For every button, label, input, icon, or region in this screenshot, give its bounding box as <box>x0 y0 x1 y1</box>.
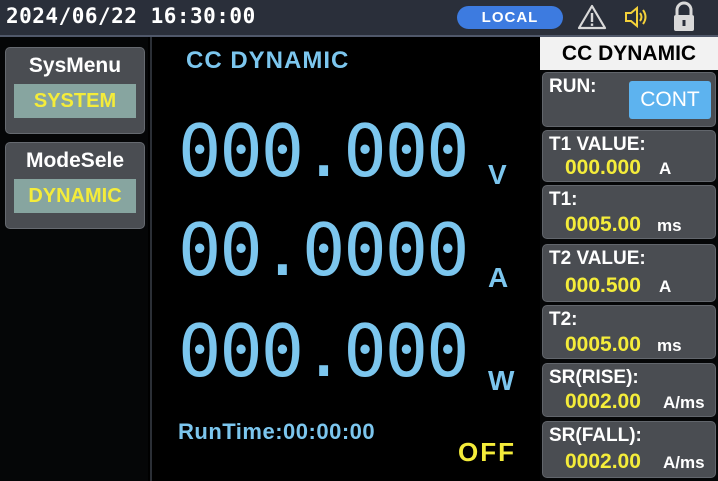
param-value: 0002.00 <box>565 390 641 413</box>
voltage-readout: 000.000 <box>178 109 469 193</box>
param-unit: A/ms <box>663 393 705 412</box>
sysmenu-button[interactable]: SysMenu SYSTEM <box>5 47 145 134</box>
lock-icon[interactable] <box>670 1 698 38</box>
param-label: SR(FALL): <box>549 425 642 446</box>
warning-icon[interactable] <box>577 3 607 36</box>
param-label: T2 VALUE: <box>549 248 646 269</box>
run-label: RUN: <box>549 76 597 97</box>
param-label: T2: <box>549 309 578 330</box>
local-mode-badge[interactable]: LOCAL <box>457 6 563 29</box>
parameter-panel: CC DYNAMIC RUN: CONT T1 VALUE: 000.000 A… <box>540 37 718 481</box>
power-unit: W <box>488 365 515 396</box>
current-unit: A <box>488 262 509 293</box>
param-sr-fall[interactable]: SR(FALL): 0002.00 A/ms <box>542 421 716 478</box>
param-unit: A <box>659 277 672 296</box>
mode-title: CC DYNAMIC <box>186 47 350 74</box>
panel-title: CC DYNAMIC <box>540 37 718 70</box>
param-label: T1: <box>549 189 578 210</box>
param-t2-value[interactable]: T2 VALUE: 000.500 A <box>542 244 716 302</box>
param-unit: ms <box>657 336 682 355</box>
modesele-label: ModeSele <box>25 149 125 172</box>
voltage-unit: V <box>488 159 507 190</box>
run-mode-button[interactable]: CONT <box>629 81 711 119</box>
modesele-button[interactable]: ModeSele DYNAMIC <box>5 142 145 229</box>
run-mode-row: RUN: CONT <box>542 72 716 127</box>
power-readout: 000.000 <box>178 309 469 393</box>
param-label: T1 VALUE: <box>549 134 646 155</box>
runtime-label: RunTime: <box>178 419 284 444</box>
param-unit: A/ms <box>663 453 705 472</box>
measurement-display: CC DYNAMIC 000.000 V 00.0000 A 000.000 W… <box>150 37 542 481</box>
speaker-icon[interactable] <box>622 3 652 36</box>
param-t2[interactable]: T2: 0005.00 ms <box>542 305 716 359</box>
param-unit: ms <box>657 216 682 235</box>
param-value: 0005.00 <box>565 333 641 356</box>
param-value: 0002.00 <box>565 450 641 473</box>
left-menu-panel: SysMenu SYSTEM ModeSele DYNAMIC <box>0 37 148 481</box>
param-value: 000.500 <box>565 274 641 297</box>
status-bar: 2024/06/22 16:30:00 LOCAL <box>0 0 718 37</box>
param-t1-value[interactable]: T1 VALUE: 000.000 A <box>542 130 716 182</box>
runtime-display: RunTime:00:00:00 <box>178 419 375 445</box>
sysmenu-value: SYSTEM <box>14 84 136 118</box>
current-readout: 00.0000 <box>178 208 469 292</box>
modesele-value: DYNAMIC <box>14 179 136 213</box>
param-label: SR(RISE): <box>549 367 639 388</box>
param-sr-rise[interactable]: SR(RISE): 0002.00 A/ms <box>542 363 716 417</box>
sysmenu-label: SysMenu <box>28 54 122 77</box>
param-value: 0005.00 <box>565 213 641 236</box>
param-unit: A <box>659 159 672 178</box>
param-t1[interactable]: T1: 0005.00 ms <box>542 185 716 239</box>
param-value: 000.000 <box>565 156 641 179</box>
datetime: 2024/06/22 16:30:00 <box>6 4 256 28</box>
output-state: OFF <box>458 437 516 467</box>
runtime-value: 00:00:00 <box>283 419 376 444</box>
